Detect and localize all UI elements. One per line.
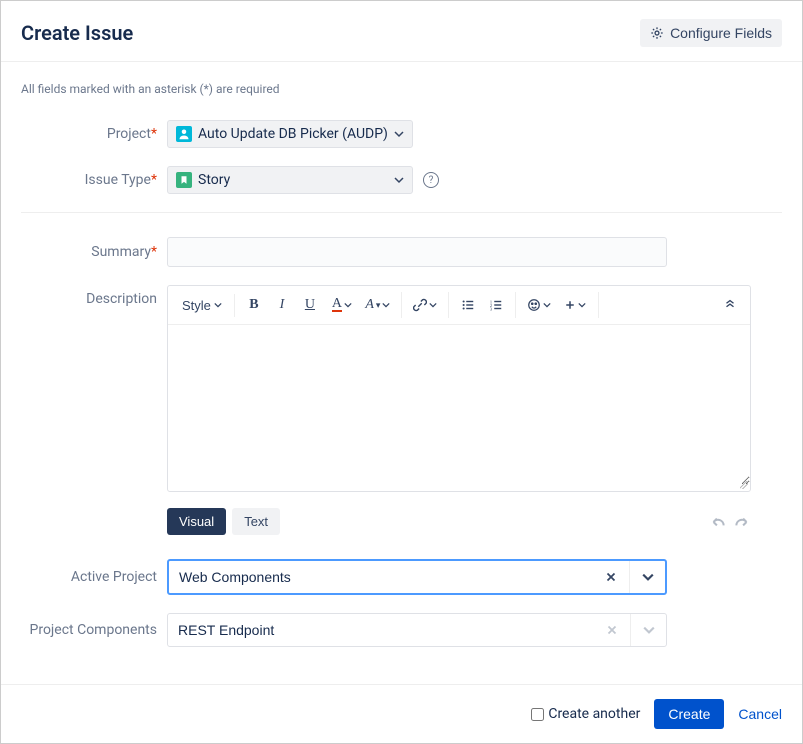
issue-type-select-value: Story [198,172,230,188]
project-avatar-icon [176,126,192,142]
cancel-button[interactable]: Cancel [738,706,782,722]
tab-visual[interactable]: Visual [167,508,226,535]
dialog-title: Create Issue [21,21,133,45]
rte-bullet-list-button[interactable] [455,292,481,318]
summary-row: Summary* [21,237,782,267]
rte-collapse-button[interactable] [718,293,742,317]
undo-icon[interactable] [709,513,727,531]
resize-handle[interactable] [168,485,750,491]
create-button[interactable]: Create [654,699,724,729]
rte-text-color-button[interactable]: A [325,292,359,318]
dialog-body: All fields marked with an asterisk (*) a… [1,62,802,684]
gear-icon [650,26,664,40]
project-select[interactable]: Auto Update DB Picker (AUDP) [167,120,413,148]
rte-insert-button[interactable] [558,292,592,318]
clear-icon [594,614,630,646]
description-row: Description Style B I U [21,285,782,535]
summary-input[interactable] [167,237,667,267]
project-components-label: Project Components [21,622,167,638]
issue-type-row: Issue Type* Story ? [21,166,782,194]
story-icon [176,172,192,188]
create-another-checkbox-wrap[interactable]: Create another [531,706,640,722]
description-label: Description [21,285,167,307]
description-editor: Style B I U A [167,285,751,492]
chevron-down-icon [394,129,404,139]
required-mark: * [151,126,157,142]
rte-style-menu[interactable]: Style [176,294,228,317]
section-divider [21,212,782,213]
rte-emoji-button[interactable] [522,292,556,318]
dialog-footer: Create another Create Cancel [1,684,802,743]
configure-fields-label: Configure Fields [670,25,772,41]
rte-tabs-row: Visual Text [167,508,751,535]
description-textarea[interactable] [168,325,750,485]
rte-bold-button[interactable]: B [241,292,267,318]
active-project-input[interactable] [169,561,593,593]
project-label: Project* [21,126,167,142]
create-issue-dialog: Create Issue Configure Fields All fields… [0,0,803,744]
dialog-header: Create Issue Configure Fields [1,1,802,62]
svg-text:3: 3 [490,306,493,311]
tab-text[interactable]: Text [232,508,280,535]
chevron-down-icon[interactable] [629,561,665,593]
project-row: Project* Auto Update DB Picker (AUDP) [21,120,782,148]
configure-fields-button[interactable]: Configure Fields [640,19,782,47]
rte-numbered-list-button[interactable]: 123 [483,292,509,318]
project-select-value: Auto Update DB Picker (AUDP) [198,126,388,142]
rte-underline-button[interactable]: U [297,292,323,318]
issue-type-select[interactable]: Story [167,166,413,194]
issue-type-label: Issue Type* [21,172,167,188]
redo-icon[interactable] [733,513,751,531]
rte-italic-button[interactable]: I [269,292,295,318]
project-components-combobox[interactable] [167,613,667,647]
required-fields-note: All fields marked with an asterisk (*) a… [21,82,782,96]
chevron-down-icon [630,614,666,646]
chevron-down-icon [394,175,404,185]
summary-label: Summary* [21,244,167,260]
rte-link-button[interactable] [408,292,442,318]
clear-icon[interactable] [593,561,629,593]
rte-more-formatting-button[interactable]: A▾ [361,292,395,318]
create-another-checkbox[interactable] [531,708,544,721]
create-another-label: Create another [548,706,640,722]
project-components-input[interactable] [168,614,594,646]
required-mark: * [151,172,157,188]
active-project-label: Active Project [21,569,167,585]
active-project-row: Active Project [21,559,782,595]
help-icon[interactable]: ? [423,172,439,188]
required-mark: * [151,244,157,260]
project-components-row: Project Components [21,613,782,647]
rte-toolbar: Style B I U A [168,286,750,325]
active-project-combobox[interactable] [167,559,667,595]
